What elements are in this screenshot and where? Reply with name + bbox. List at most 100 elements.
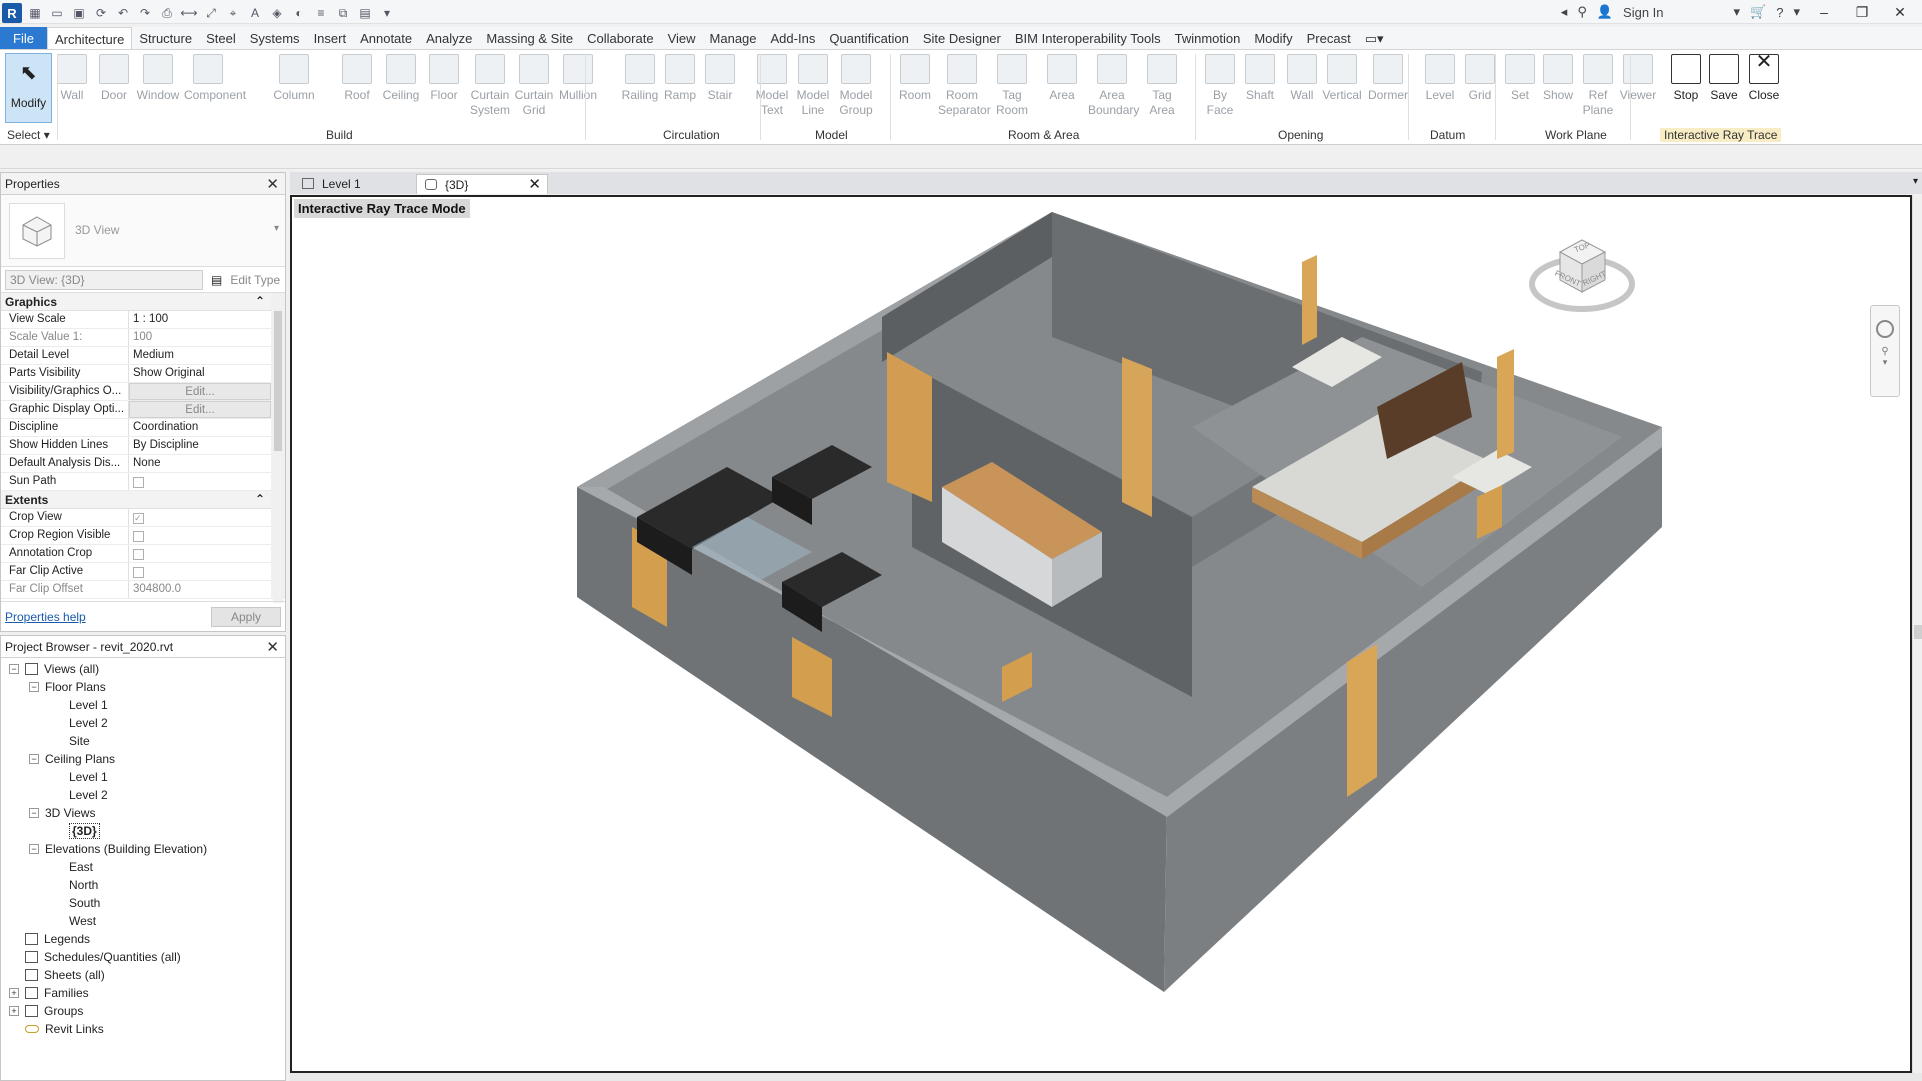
browser-item-views-all[interactable]: − Views (all) — [1, 660, 285, 678]
edit-type-button[interactable]: Edit Type — [230, 273, 280, 287]
3d-viewport[interactable]: Interactive Ray Trace Mode TOP FRONT RIG… — [290, 195, 1912, 1073]
property-value[interactable]: Coordination — [129, 419, 271, 436]
browser-item-groups[interactable]: + Groups — [1, 1002, 285, 1020]
tag-icon[interactable]: ⌖ — [224, 4, 242, 22]
property-value[interactable]: ✓ — [129, 509, 271, 526]
search-arrow-icon[interactable]: ◂ — [1561, 4, 1568, 20]
tab-precast[interactable]: Precast — [1300, 27, 1358, 49]
browser-item-legends[interactable]: Legends — [1, 930, 285, 948]
wall-button[interactable]: Wall — [48, 54, 96, 103]
property-value[interactable]: 304800.0 — [129, 581, 271, 598]
roof-button[interactable]: Roof — [333, 54, 381, 103]
browser-item-east[interactable]: East — [1, 858, 285, 876]
window-close-button[interactable]: ✕ — [1886, 4, 1914, 21]
curtain-system-button[interactable]: Curtain System — [466, 54, 514, 118]
tab-steel[interactable]: Steel — [199, 27, 243, 49]
tab-analyze[interactable]: Analyze — [419, 27, 479, 49]
tab-quantification[interactable]: Quantification — [822, 27, 916, 49]
property-value[interactable]: By Discipline — [129, 437, 271, 454]
view-tab-level-1[interactable]: Level 1 — [294, 174, 412, 194]
thin-lines-icon[interactable]: ≡ — [312, 4, 330, 22]
zoom-dropdown-icon[interactable]: ▾ — [1871, 357, 1899, 368]
browser-item-3d[interactable]: {3D} — [1, 822, 285, 840]
measure-icon[interactable]: ⟷ — [180, 4, 198, 22]
tab-architecture[interactable]: Architecture — [46, 27, 133, 49]
binoculars-icon[interactable]: ⚲ — [1577, 4, 1587, 20]
property-value[interactable]: 100 — [129, 329, 271, 346]
browser-item-ceiling-plans[interactable]: − Ceiling Plans — [1, 750, 285, 768]
area-button[interactable]: Area — [1038, 54, 1086, 103]
property-value[interactable]: Show Original — [129, 365, 271, 382]
text-icon[interactable]: A — [246, 4, 264, 22]
browser-item-floor-plans[interactable]: − Floor Plans — [1, 678, 285, 696]
property-value[interactable]: Medium — [129, 347, 271, 364]
properties-scrollbar[interactable] — [273, 297, 283, 603]
collapse-icon[interactable]: − — [29, 754, 39, 764]
user-icon[interactable]: 👤 — [1597, 4, 1613, 20]
dimension-icon[interactable]: ⤢ — [202, 4, 220, 22]
room-separator-button[interactable]: Room Separator — [938, 54, 991, 118]
property-value[interactable] — [129, 563, 271, 580]
mullion-button[interactable]: Mullion — [554, 54, 602, 103]
browser-item-level-2[interactable]: Level 2 — [1, 714, 285, 732]
print-icon[interactable]: ⎙ — [158, 4, 176, 22]
collapse-icon[interactable]: − — [29, 808, 39, 818]
browser-item-level-2[interactable]: Level 2 — [1, 786, 285, 804]
tab-view[interactable]: View — [661, 27, 703, 49]
open-icon[interactable]: ▭ — [48, 4, 66, 22]
property-value[interactable]: None — [129, 455, 271, 472]
collapse-icon[interactable]: − — [9, 664, 19, 674]
revit-logo[interactable]: R — [2, 3, 22, 23]
zoom-icon[interactable]: ⚲ — [1871, 346, 1899, 357]
apply-button[interactable]: Apply — [211, 606, 281, 627]
ceiling-button[interactable]: Ceiling — [377, 54, 425, 103]
type-dropdown-icon[interactable]: ▾ — [274, 223, 279, 234]
3d-view-icon[interactable]: ◈ — [268, 4, 286, 22]
tab-file[interactable]: File — [0, 27, 47, 49]
property-value[interactable]: Edit... — [129, 401, 271, 418]
restore-button[interactable]: ❐ — [1848, 4, 1876, 21]
close-hidden-icon[interactable]: ⧉ — [334, 4, 352, 22]
tab-site-designer[interactable]: Site Designer — [916, 27, 1008, 49]
expand-icon[interactable]: + — [9, 1006, 19, 1016]
tab-overflow-icon[interactable]: ▭▾ — [1358, 27, 1391, 49]
property-checkbox[interactable] — [133, 477, 144, 488]
tab-massing-site[interactable]: Massing & Site — [479, 27, 580, 49]
select-panel-label[interactable]: Select ▾ — [7, 128, 50, 142]
vertical-button[interactable]: Vertical — [1318, 54, 1366, 103]
graphics-group-header[interactable]: Graphics ⌃ — [1, 293, 271, 311]
floor-button[interactable]: Floor — [420, 54, 468, 103]
panel-label-room-area[interactable]: Room & Area — [1008, 128, 1079, 142]
property-value[interactable] — [129, 473, 271, 490]
property-value[interactable] — [129, 545, 271, 562]
undo-icon[interactable]: ↶ — [114, 4, 132, 22]
property-checkbox[interactable] — [133, 531, 144, 542]
extents-group-header[interactable]: Extents ⌃ — [1, 491, 271, 509]
instance-selector[interactable]: 3D View: {3D} — [5, 269, 203, 290]
browser-item-west[interactable]: West — [1, 912, 285, 930]
sync-icon[interactable]: ⟳ — [92, 4, 110, 22]
sign-in-link[interactable]: Sign In — [1623, 5, 1663, 20]
property-value[interactable] — [129, 527, 271, 544]
tab-bim-interoperability-tools[interactable]: BIM Interoperability Tools — [1008, 27, 1168, 49]
tab-annotate[interactable]: Annotate — [353, 27, 419, 49]
modify-button[interactable]: ⬉ Modify — [5, 53, 52, 123]
properties-close-icon[interactable]: ✕ — [266, 175, 279, 193]
cart-icon[interactable]: 🛒 — [1750, 4, 1766, 20]
view-scrollbar[interactable] — [1912, 195, 1922, 1073]
save-icon[interactable]: ▣ — [70, 4, 88, 22]
property-value[interactable]: 1 : 100 — [129, 311, 271, 328]
browser-item-south[interactable]: South — [1, 894, 285, 912]
close-button[interactable]: ✕ Close — [1740, 52, 1788, 103]
curtain-grid-button[interactable]: Curtain Grid — [510, 54, 558, 118]
expand-icon[interactable]: + — [9, 988, 19, 998]
switch-windows-icon[interactable]: ▤ — [356, 4, 374, 22]
browser-close-icon[interactable]: ✕ — [266, 638, 279, 656]
tab-systems[interactable]: Systems — [243, 27, 307, 49]
help-icon[interactable]: ? — [1776, 5, 1783, 20]
browser-item-north[interactable]: North — [1, 876, 285, 894]
customize-qat-icon[interactable]: ▾ — [378, 4, 396, 22]
browser-item-3d-views[interactable]: −3D Views — [1, 804, 285, 822]
browser-item-schedules-quantities-all[interactable]: Schedules/Quantities (all) — [1, 948, 285, 966]
tag-area-button[interactable]: Tag Area — [1138, 54, 1186, 118]
